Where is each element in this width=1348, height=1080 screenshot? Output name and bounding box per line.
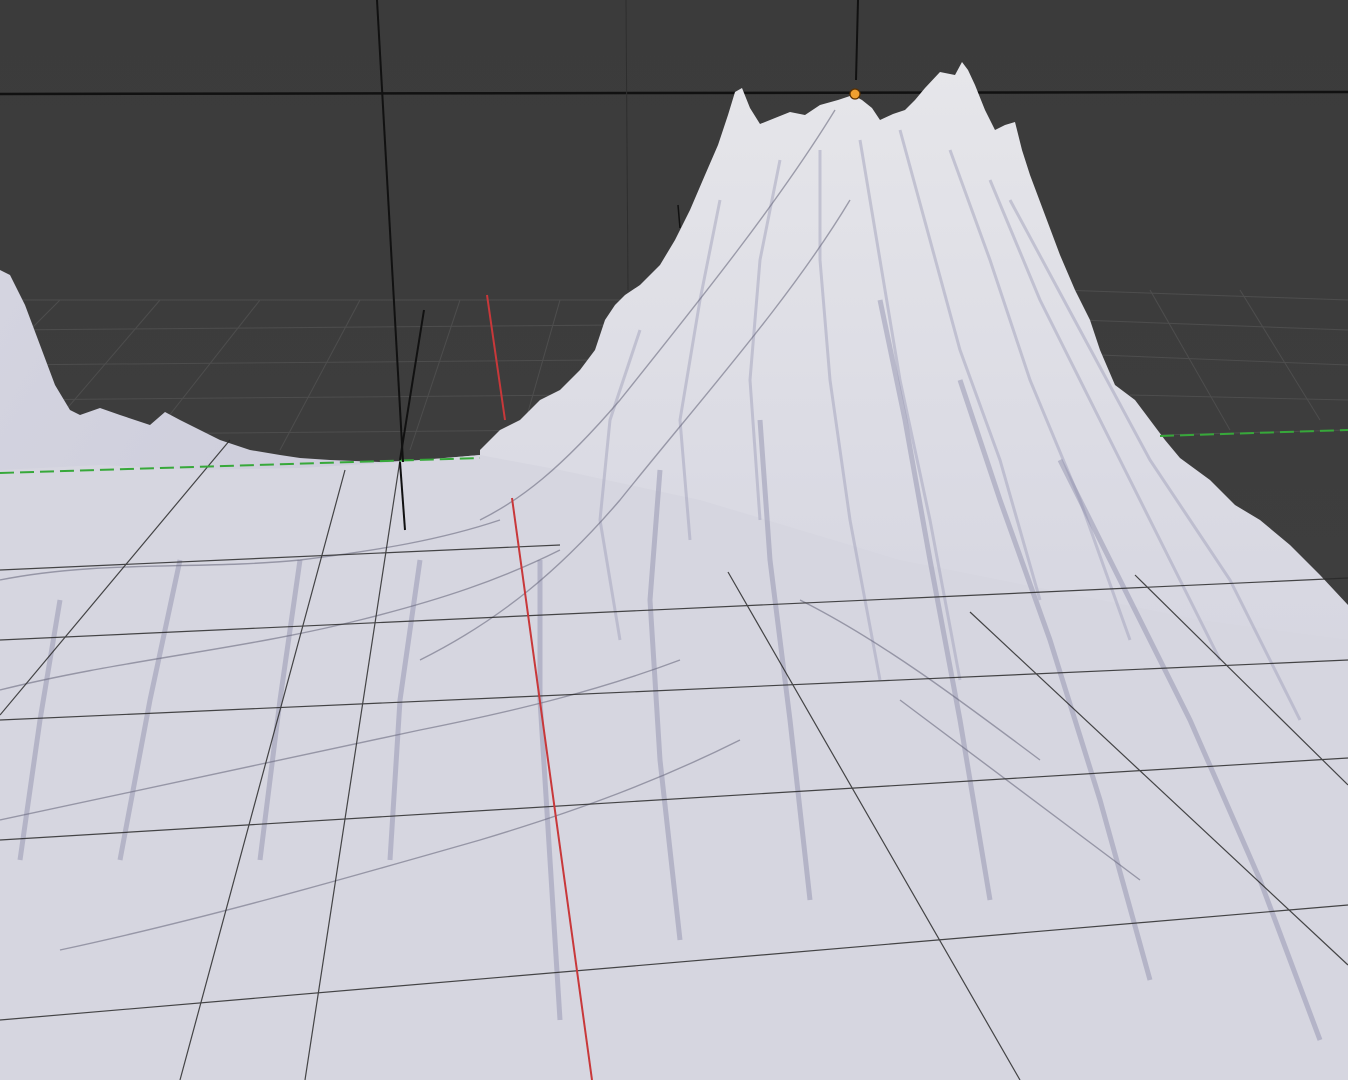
3d-viewport[interactable] xyxy=(0,0,1348,1080)
selected-vertex-icon[interactable] xyxy=(849,88,861,100)
viewport-canvas[interactable] xyxy=(0,0,1348,1080)
